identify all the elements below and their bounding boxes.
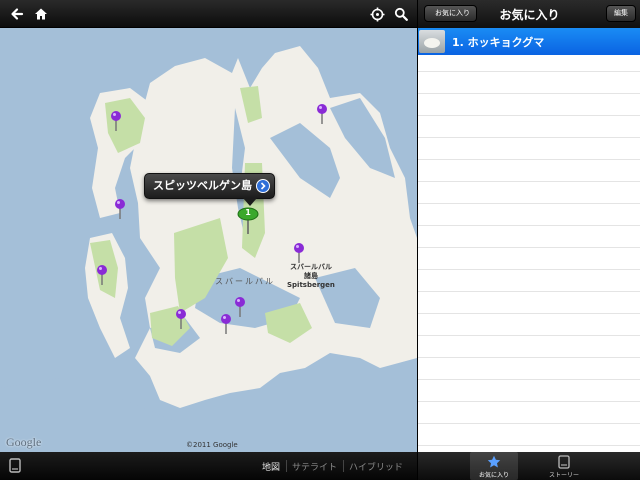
map-canvas[interactable]: スバールバル スバールバル 諸島 Spitsbergen Google ©201… bbox=[0, 28, 417, 452]
book-icon bbox=[9, 458, 21, 473]
map-pin[interactable] bbox=[292, 242, 306, 264]
map-pin[interactable] bbox=[315, 103, 329, 125]
tab-bar: お気に入り ストーリー bbox=[418, 452, 640, 480]
search-button[interactable] bbox=[390, 3, 412, 25]
list-item-label: 1. ホッキョクグマ bbox=[452, 36, 545, 49]
callout-tail bbox=[243, 198, 257, 206]
favorites-back-button[interactable]: お気に入り bbox=[424, 5, 477, 22]
island-label: スバールバル bbox=[215, 277, 275, 286]
locate-button[interactable] bbox=[366, 3, 388, 25]
archipelago-label-en: Spitsbergen bbox=[287, 281, 335, 289]
favorites-list bbox=[418, 28, 640, 452]
book-button[interactable] bbox=[9, 458, 21, 477]
book-icon bbox=[558, 455, 570, 469]
search-icon bbox=[394, 7, 408, 21]
segment-divider bbox=[343, 460, 344, 472]
item-thumbnail bbox=[419, 30, 445, 53]
segment-satellite[interactable]: サテライト bbox=[292, 460, 337, 473]
tab-favorites-label: お気に入り bbox=[478, 472, 509, 479]
map-pin[interactable] bbox=[113, 198, 127, 220]
arrow-left-icon bbox=[11, 8, 24, 20]
star-icon bbox=[487, 455, 501, 468]
home-button[interactable] bbox=[30, 3, 52, 25]
archipelago-label-line1: スバールバル bbox=[289, 263, 332, 271]
map-panel: スバールバル スバールバル 諸島 Spitsbergen Google ©201… bbox=[0, 0, 417, 480]
tab-favorites[interactable]: お気に入り bbox=[470, 452, 518, 480]
edit-button[interactable]: 編集 bbox=[606, 5, 636, 22]
map-toolbar bbox=[0, 0, 417, 28]
map-pin[interactable] bbox=[174, 308, 188, 330]
list-item[interactable]: 1. ホッキョクグマ bbox=[418, 28, 640, 55]
segment-divider bbox=[286, 460, 287, 472]
archipelago-label: スバールバル 諸島 Spitsbergen bbox=[287, 263, 335, 290]
segment-map[interactable]: 地図 bbox=[262, 460, 280, 473]
selected-map-pin[interactable]: 1 bbox=[237, 207, 259, 235]
home-icon bbox=[35, 8, 47, 20]
segment-hybrid[interactable]: ハイブリッド bbox=[349, 460, 403, 473]
favorites-panel: お気に入り お気に入り 編集 1. ホッキョクグマ お気に入り ストーリー bbox=[417, 0, 640, 480]
chevron-right-circle-icon[interactable] bbox=[256, 179, 270, 193]
tab-stories-label: ストーリー bbox=[548, 472, 579, 479]
archipelago-label-line2: 諸島 bbox=[303, 272, 318, 280]
map-copyright: ©2011 Google bbox=[186, 441, 238, 449]
map-pin[interactable] bbox=[95, 264, 109, 286]
map-geography bbox=[0, 46, 417, 452]
google-logo: Google bbox=[6, 435, 42, 449]
map-bottom-toolbar: 地図 サテライト ハイブリッド bbox=[0, 452, 417, 480]
main-island-landmass bbox=[130, 46, 417, 408]
tab-stories[interactable]: ストーリー bbox=[540, 452, 588, 480]
pin-number: 1 bbox=[245, 208, 251, 217]
map-pin[interactable] bbox=[109, 110, 123, 132]
map-pin[interactable] bbox=[219, 313, 233, 335]
back-button[interactable] bbox=[6, 3, 28, 25]
crosshair-icon bbox=[370, 7, 384, 21]
favorites-navbar: お気に入り お気に入り 編集 bbox=[418, 0, 640, 28]
callout-title: スピッツベルゲン島 bbox=[153, 179, 252, 192]
map-callout[interactable]: スピッツベルゲン島 bbox=[144, 173, 275, 206]
map-pin[interactable] bbox=[233, 296, 247, 318]
